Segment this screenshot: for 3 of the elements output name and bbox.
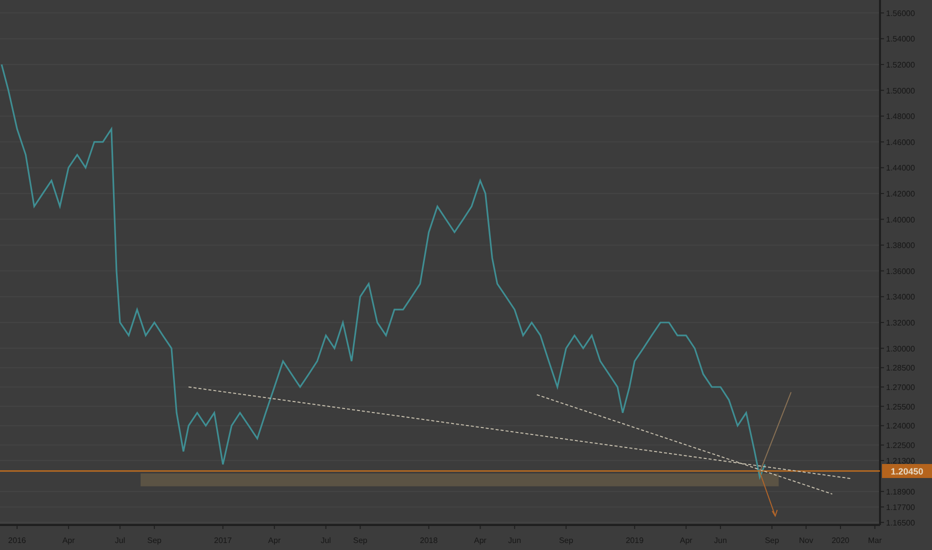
price-tag-label: 1.20450 [890, 466, 924, 476]
price-tag [882, 464, 932, 478]
arrow-line [759, 472, 778, 518]
